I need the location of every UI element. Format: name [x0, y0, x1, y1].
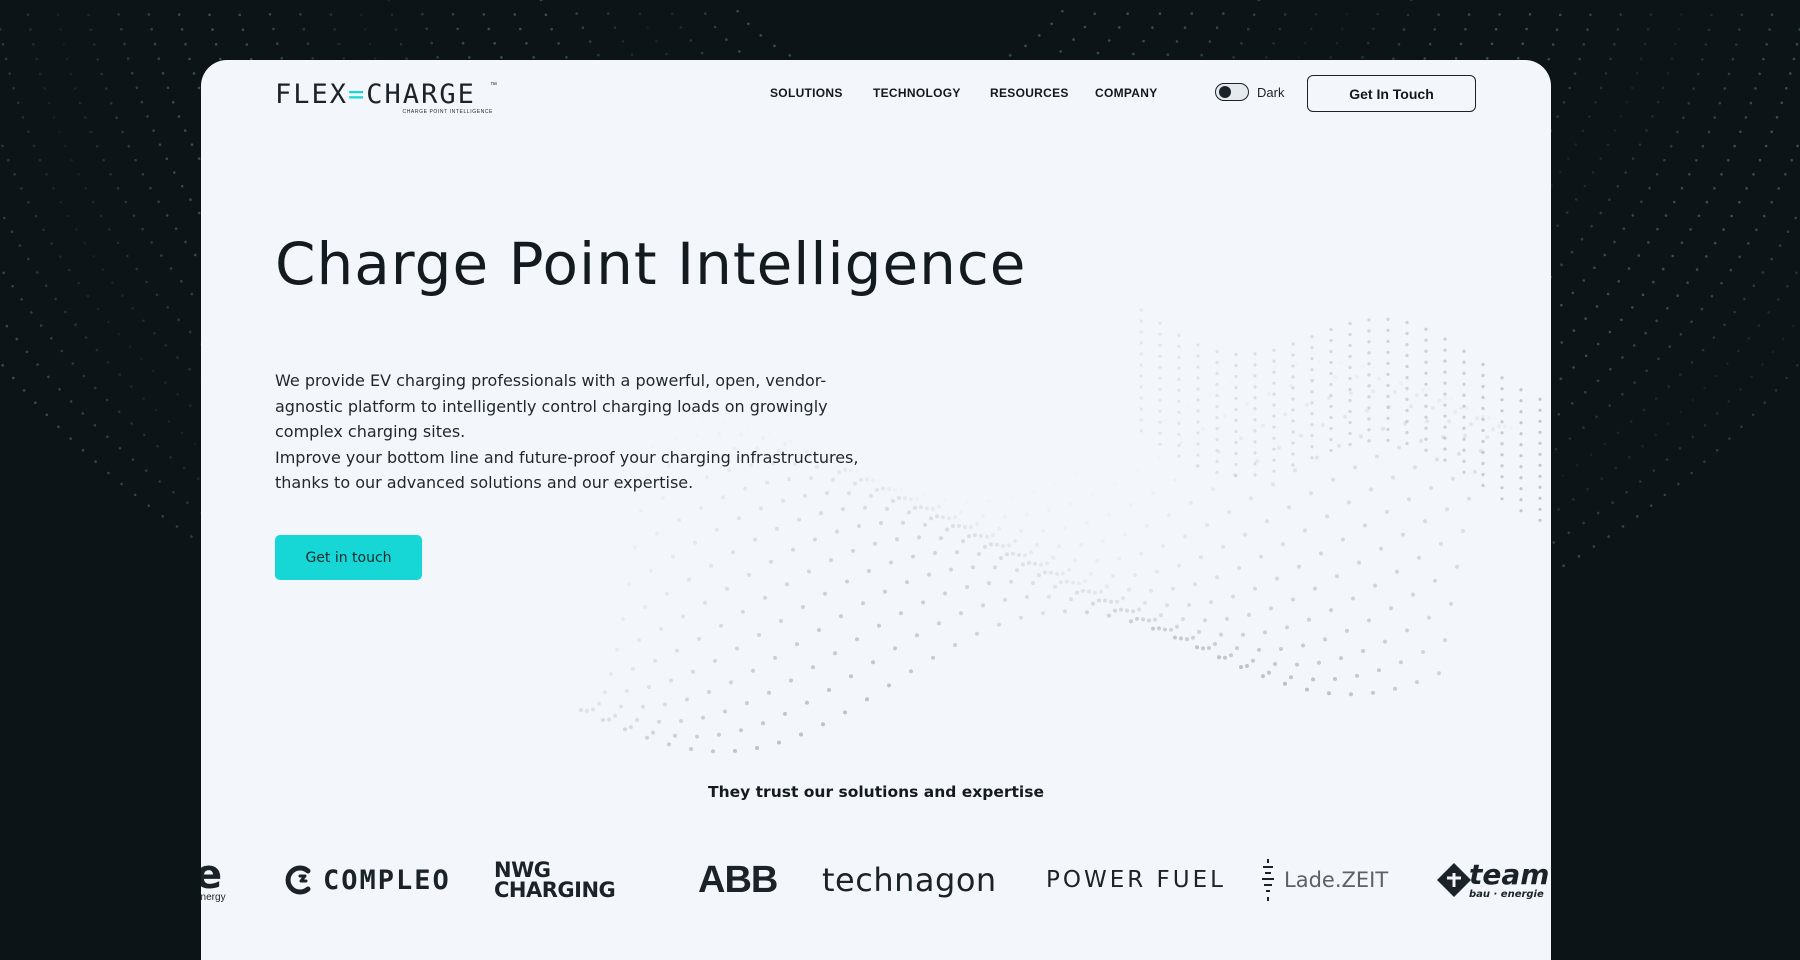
power-fuel-wordmark: POWER FUEL — [1046, 867, 1226, 893]
nav-item-solutions[interactable]: SOLUTIONS — [770, 86, 843, 100]
theme-toggle-group: Dark — [1215, 82, 1284, 102]
nwg-line-1: NWG — [494, 860, 550, 880]
nav-item-resources[interactable]: RESOURCES — [990, 86, 1069, 100]
compleo-icon — [283, 863, 317, 897]
get-in-touch-hero-button[interactable]: Get in touch — [275, 535, 422, 580]
dark-mode-label: Dark — [1257, 85, 1284, 100]
lade-zeit-icon — [1258, 857, 1278, 903]
hero-description: We provide EV charging professionals wit… — [275, 368, 875, 496]
partner-logo-power-fuel: POWER FUEL — [1046, 850, 1226, 910]
trust-heading: They trust our solutions and expertise — [201, 783, 1551, 801]
partner-logo-team: team bau · energie — [1435, 850, 1549, 910]
logo-wordmark: FLEX=CHARGE — [275, 80, 501, 110]
lade-zeit-wordmark: Lade.ZEIT — [1284, 868, 1388, 892]
logo-right: CHARGE — [366, 79, 476, 110]
nav-item-company[interactable]: COMPANY — [1095, 86, 1158, 100]
partner-logo-e-energy: e energy — [201, 850, 226, 910]
team-wordmark: team — [1469, 861, 1549, 889]
logo-tagline: CHARGE POINT INTELLIGENCE — [403, 109, 493, 115]
partner-logo-compleo: COMPLEO — [283, 850, 451, 910]
hero-dot-wave — [201, 60, 1551, 960]
logo-left: FLEX — [275, 79, 348, 110]
e-energy-mark: e — [201, 857, 222, 893]
dark-mode-toggle[interactable] — [1215, 83, 1249, 101]
hero-paragraph-1: We provide EV charging professionals wit… — [275, 368, 875, 445]
team-text: team bau · energie — [1469, 861, 1549, 900]
team-diamond-icon — [1435, 861, 1473, 899]
nav-item-technology[interactable]: TECHNOLOGY — [873, 86, 961, 100]
partner-logo-nwg-charging: NWG CHARGING — [494, 850, 615, 910]
partner-logo-strip: e energy COMPLEO NWG CHARGING ABB techna… — [201, 850, 1551, 930]
abb-wordmark: ABB — [698, 859, 777, 902]
partner-logo-abb: ABB — [698, 850, 777, 910]
compleo-wordmark: COMPLEO — [323, 865, 451, 896]
team-sub: bau · energie — [1469, 889, 1549, 900]
hero-paragraph-2: Improve your bottom line and future-proo… — [275, 445, 875, 496]
logo-mark: = — [348, 79, 366, 110]
logo-trademark: ™ — [490, 82, 497, 89]
toggle-knob — [1219, 86, 1231, 98]
get-in-touch-header-button[interactable]: Get In Touch — [1307, 75, 1476, 112]
partner-logo-technagon: technagon — [822, 850, 997, 910]
technagon-wordmark: technagon — [822, 861, 997, 899]
hero-title: Charge Point Intelligence — [275, 230, 1026, 298]
nwg-line-2: CHARGING — [494, 880, 615, 900]
e-energy-sub: energy — [201, 893, 226, 903]
flexcharge-logo[interactable]: FLEX=CHARGE ™ CHARGE POINT INTELLIGENCE — [275, 80, 501, 116]
partner-logo-lade-zeit: Lade.ZEIT — [1258, 850, 1388, 910]
page-card: FLEX=CHARGE ™ CHARGE POINT INTELLIGENCE … — [201, 60, 1551, 960]
